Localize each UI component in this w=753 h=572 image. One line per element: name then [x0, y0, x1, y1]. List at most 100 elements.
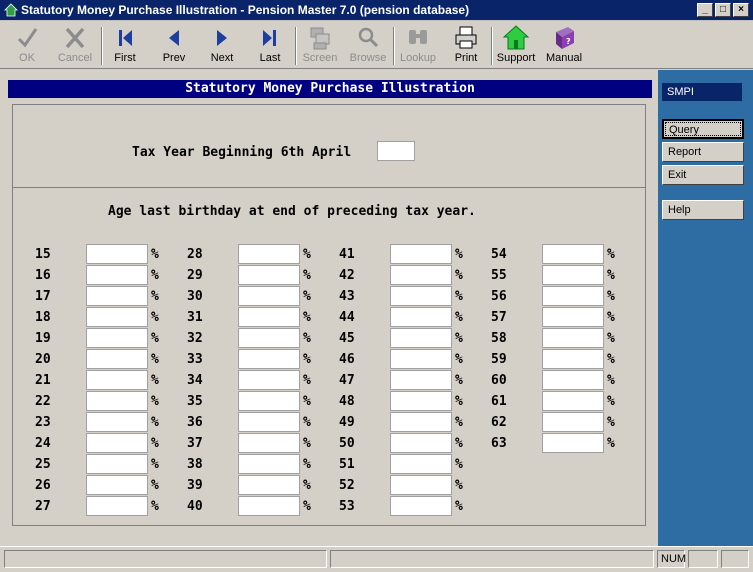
rate-input[interactable]	[238, 391, 300, 411]
rate-input[interactable]	[86, 286, 148, 306]
magnifier-icon	[358, 27, 379, 48]
rate-input[interactable]	[390, 307, 452, 327]
screen-button[interactable]: Screen	[297, 24, 343, 68]
age-row: 39%	[187, 475, 317, 495]
report-button[interactable]: Report	[662, 142, 744, 162]
lookup-button[interactable]: Lookup	[395, 24, 441, 68]
age-label: 51	[339, 457, 355, 472]
rate-input[interactable]	[542, 244, 604, 264]
rate-input[interactable]	[542, 349, 604, 369]
rate-input[interactable]	[238, 496, 300, 516]
rate-input[interactable]	[542, 391, 604, 411]
print-button[interactable]: Print	[443, 24, 489, 68]
percent-sign: %	[455, 373, 463, 388]
age-row: 45%	[339, 328, 469, 348]
rate-input[interactable]	[86, 475, 148, 495]
rate-input[interactable]	[542, 328, 604, 348]
rate-input[interactable]	[390, 265, 452, 285]
rate-input[interactable]	[86, 370, 148, 390]
age-row: 46%	[339, 349, 469, 369]
percent-sign: %	[151, 373, 159, 388]
help-button[interactable]: Help	[662, 200, 744, 220]
age-label: 24	[35, 436, 51, 451]
rate-input[interactable]	[238, 265, 300, 285]
percent-sign: %	[151, 310, 159, 325]
age-row: 60%	[491, 370, 621, 390]
rate-input[interactable]	[542, 370, 604, 390]
rate-input[interactable]	[238, 475, 300, 495]
rate-input[interactable]	[238, 412, 300, 432]
cancel-button[interactable]: Cancel	[52, 24, 98, 68]
status-pane-main	[4, 550, 327, 568]
rate-input[interactable]	[390, 244, 452, 264]
rate-input[interactable]	[542, 433, 604, 453]
prev-label: Prev	[162, 52, 186, 64]
age-label: 37	[187, 436, 203, 451]
rate-input[interactable]	[390, 349, 452, 369]
prev-button[interactable]: Prev	[151, 24, 197, 68]
rate-input[interactable]	[86, 412, 148, 432]
last-button[interactable]: Last	[247, 24, 293, 68]
rate-input[interactable]	[390, 454, 452, 474]
minimize-button[interactable]: _	[697, 3, 713, 17]
query-button[interactable]: Query	[662, 119, 744, 139]
age-row: 28%	[187, 244, 317, 264]
age-label: 19	[35, 331, 51, 346]
rate-input[interactable]	[390, 412, 452, 432]
age-row: 53%	[339, 496, 469, 516]
first-record-icon	[119, 30, 132, 46]
rate-input[interactable]	[238, 454, 300, 474]
rate-input[interactable]	[238, 328, 300, 348]
rate-input[interactable]	[238, 307, 300, 327]
ok-button[interactable]: OK	[4, 24, 50, 68]
rate-input[interactable]	[86, 433, 148, 453]
maximize-button[interactable]: □	[715, 3, 731, 17]
rate-input[interactable]	[86, 454, 148, 474]
rate-input[interactable]	[86, 496, 148, 516]
side-panel-title: SMPI	[662, 83, 742, 101]
manual-button[interactable]: ? Manual	[541, 24, 587, 68]
percent-sign: %	[303, 415, 311, 430]
rate-input[interactable]	[390, 391, 452, 411]
age-label: 45	[339, 331, 355, 346]
rate-input[interactable]	[390, 328, 452, 348]
age-label: 57	[491, 310, 507, 325]
support-button[interactable]: Support	[493, 24, 539, 68]
manual-label: Manual	[545, 52, 583, 64]
tax-year-input[interactable]	[377, 141, 415, 161]
next-button[interactable]: Next	[199, 24, 245, 68]
browse-button[interactable]: Browse	[345, 24, 391, 68]
rate-input[interactable]	[542, 265, 604, 285]
rate-input[interactable]	[86, 244, 148, 264]
rate-input[interactable]	[86, 328, 148, 348]
rate-input[interactable]	[390, 475, 452, 495]
rate-input[interactable]	[390, 496, 452, 516]
status-pane-caps	[688, 550, 718, 568]
rate-input[interactable]	[238, 370, 300, 390]
rate-input[interactable]	[238, 349, 300, 369]
rate-input[interactable]	[390, 433, 452, 453]
percent-sign: %	[455, 268, 463, 283]
percent-sign: %	[151, 331, 159, 346]
rate-input[interactable]	[390, 370, 452, 390]
age-label: 47	[339, 373, 355, 388]
rate-input[interactable]	[86, 391, 148, 411]
age-label: 40	[187, 499, 203, 514]
rate-input[interactable]	[542, 307, 604, 327]
rate-input[interactable]	[542, 286, 604, 306]
binoculars-icon	[409, 30, 427, 44]
rate-input[interactable]	[86, 307, 148, 327]
rate-input[interactable]	[390, 286, 452, 306]
rate-input[interactable]	[238, 433, 300, 453]
exit-button[interactable]: Exit	[662, 165, 744, 185]
rate-input[interactable]	[238, 244, 300, 264]
age-label: 35	[187, 394, 203, 409]
rate-input[interactable]	[238, 286, 300, 306]
first-button[interactable]: First	[102, 24, 148, 68]
rate-input[interactable]	[542, 412, 604, 432]
age-label: 32	[187, 331, 203, 346]
rate-input[interactable]	[86, 349, 148, 369]
percent-sign: %	[151, 478, 159, 493]
close-button[interactable]: ×	[733, 3, 749, 17]
rate-input[interactable]	[86, 265, 148, 285]
